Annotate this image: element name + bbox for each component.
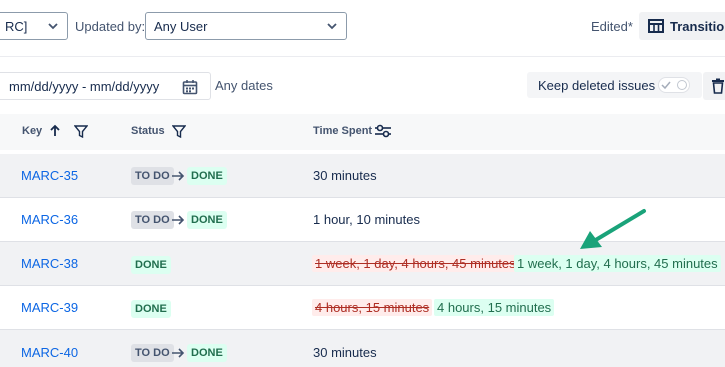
filter-icon[interactable] bbox=[172, 125, 186, 138]
edited-label: Edited* bbox=[591, 19, 633, 34]
keep-deleted-toggle[interactable] bbox=[658, 77, 690, 93]
time-spent-old-value: 4 hours, 15 minutes bbox=[312, 299, 433, 316]
status-from-lozenge: TO DO bbox=[131, 344, 174, 362]
time-spent-value: 30 minutes bbox=[313, 345, 377, 360]
transition-button[interactable]: Transition bbox=[639, 12, 725, 40]
project-select[interactable]: RC] bbox=[0, 12, 68, 40]
keep-deleted-label: Keep deleted issues bbox=[538, 78, 656, 93]
trash-icon bbox=[712, 78, 724, 94]
project-select-value: RC] bbox=[5, 18, 28, 34]
transition-button-label: Transition bbox=[670, 18, 725, 34]
divider bbox=[0, 56, 725, 57]
updated-by-select[interactable]: Any User bbox=[145, 12, 347, 40]
issue-key-link[interactable]: MARC-35 bbox=[21, 168, 78, 183]
arrow-right-icon bbox=[172, 215, 185, 225]
updated-by-label: Updated by: bbox=[75, 19, 146, 34]
updated-by-value: Any User bbox=[154, 18, 208, 34]
status-to-lozenge: DONE bbox=[131, 300, 171, 318]
status-to-lozenge: DONE bbox=[187, 344, 227, 362]
date-range-input[interactable]: mm/dd/yyyy - mm/dd/yyyy bbox=[0, 72, 211, 100]
time-spent-old-value: 1 week, 1 day, 4 hours, 45 minutes bbox=[312, 255, 519, 272]
table-row: MARC-40 TO DO DONE 30 minutes bbox=[0, 330, 725, 367]
time-spent-value: 1 hour, 10 minutes bbox=[313, 212, 420, 227]
delete-button[interactable] bbox=[703, 72, 725, 100]
sliders-icon[interactable] bbox=[374, 124, 392, 138]
status-to-lozenge: DONE bbox=[187, 167, 227, 185]
column-header-time-spent[interactable]: Time Spent bbox=[313, 125, 372, 137]
annotation-arrow-icon bbox=[580, 209, 646, 249]
table-row: MARC-39 DONE 4 hours, 15 minutes 4 hours… bbox=[0, 286, 725, 330]
any-dates-label: Any dates bbox=[215, 78, 273, 93]
status-from-lozenge: TO DO bbox=[131, 167, 174, 185]
time-spent-new-value: 1 week, 1 day, 4 hours, 45 minutes bbox=[514, 255, 721, 272]
check-icon bbox=[661, 81, 671, 90]
table-row: MARC-35 TO DO DONE 30 minutes bbox=[0, 154, 725, 198]
column-header-status[interactable]: Status bbox=[131, 125, 165, 137]
table-icon bbox=[648, 19, 664, 33]
column-header-key[interactable]: Key bbox=[22, 125, 42, 137]
issue-key-link[interactable]: MARC-39 bbox=[21, 300, 78, 315]
calendar-icon[interactable] bbox=[182, 79, 198, 95]
date-range-placeholder: mm/dd/yyyy - mm/dd/yyyy bbox=[9, 78, 160, 94]
time-spent-value: 30 minutes bbox=[313, 168, 377, 183]
time-spent-new-value: 4 hours, 15 minutes bbox=[434, 299, 555, 316]
status-to-lozenge: DONE bbox=[131, 256, 171, 274]
status-from-lozenge: TO DO bbox=[131, 211, 174, 229]
filter-icon[interactable] bbox=[74, 125, 88, 138]
arrow-up-icon[interactable] bbox=[48, 124, 62, 138]
status-to-lozenge: DONE bbox=[187, 211, 227, 229]
arrow-right-icon bbox=[172, 348, 185, 358]
chevron-down-icon bbox=[48, 23, 58, 30]
issue-key-link[interactable]: MARC-40 bbox=[21, 345, 78, 360]
issue-key-link[interactable]: MARC-38 bbox=[21, 256, 78, 271]
issue-key-link[interactable]: MARC-36 bbox=[21, 212, 78, 227]
chevron-down-icon bbox=[327, 23, 337, 30]
arrow-right-icon bbox=[172, 171, 185, 181]
